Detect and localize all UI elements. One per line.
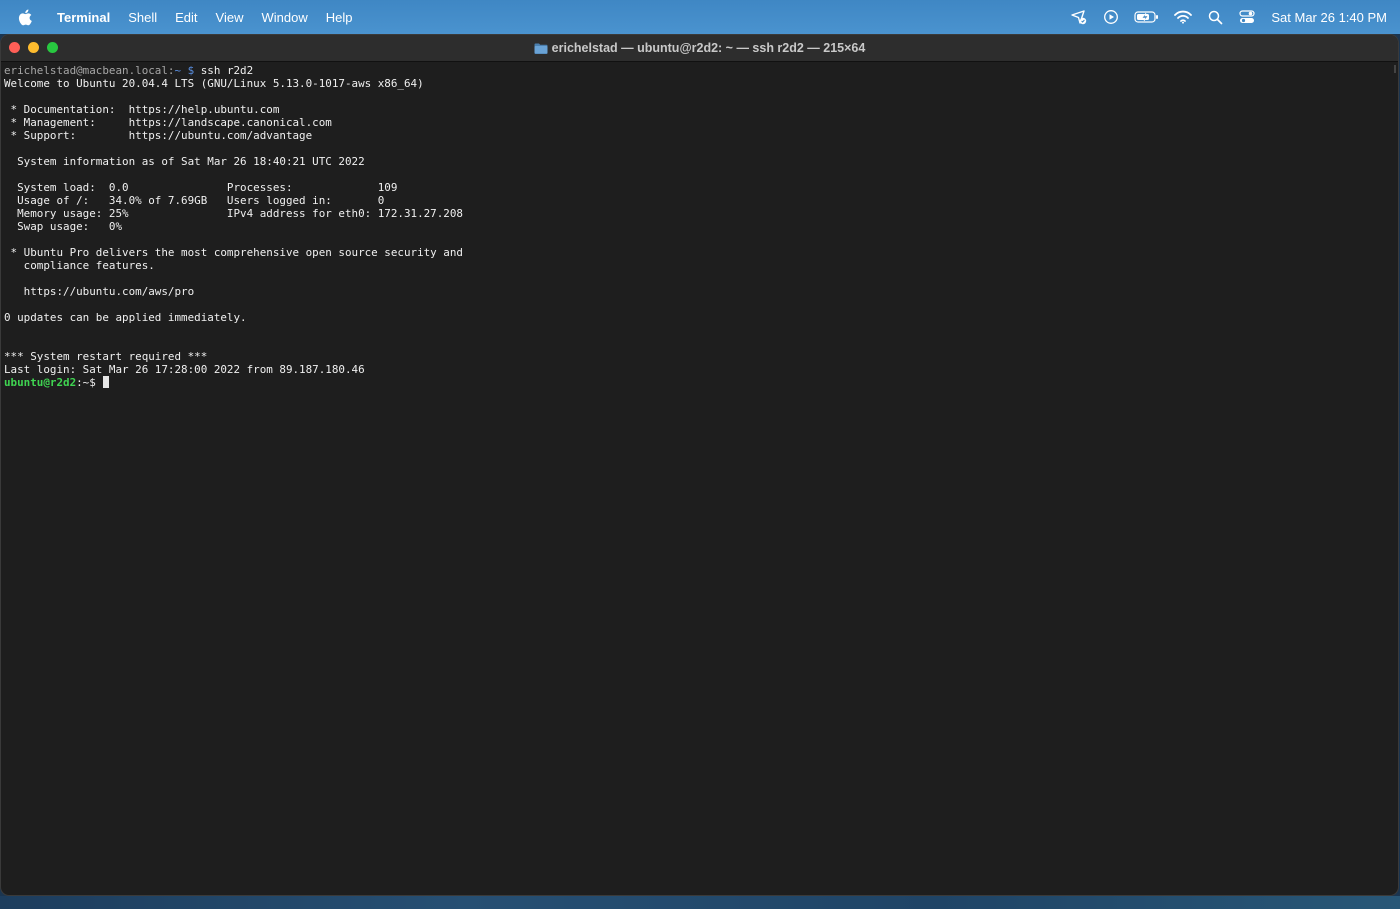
window-title-text: erichelstad — ubuntu@r2d2: ~ — ssh r2d2 … [551, 41, 866, 55]
terminal-window: erichelstad — ubuntu@r2d2: ~ — ssh r2d2 … [0, 34, 1399, 896]
terminal-line: System load: 0.0 Processes: 109 [4, 181, 398, 194]
close-button[interactable] [9, 42, 20, 53]
terminal-line: * Support: https://ubuntu.com/advantage [4, 129, 313, 142]
menu-bar: Terminal Shell Edit View Window Help Sat… [0, 0, 1400, 34]
remote-prompt-symbol: $ [89, 376, 96, 389]
terminal-line: Last login: Sat Mar 26 17:28:00 2022 fro… [4, 363, 365, 376]
menu-app-terminal[interactable]: Terminal [48, 0, 119, 34]
terminal-line: Welcome to Ubuntu 20.04.4 LTS (GNU/Linux… [4, 77, 424, 90]
location-icon[interactable] [1069, 7, 1089, 27]
maximize-button[interactable] [47, 42, 58, 53]
window-titlebar[interactable]: erichelstad — ubuntu@r2d2: ~ — ssh r2d2 … [1, 35, 1398, 62]
local-prompt-host: erichelstad@macbean.local: [4, 64, 175, 77]
terminal-line: Usage of /: 34.0% of 7.69GB Users logged… [4, 194, 385, 207]
battery-icon[interactable] [1133, 7, 1161, 27]
terminal-line: compliance features. [4, 259, 155, 272]
terminal-command: ssh r2d2 [200, 64, 254, 77]
window-title: erichelstad — ubuntu@r2d2: ~ — ssh r2d2 … [534, 41, 866, 55]
terminal-line: Swap usage: 0% [4, 220, 123, 233]
terminal-line: https://ubuntu.com/aws/pro [4, 285, 195, 298]
terminal-line: Memory usage: 25% IPv4 address for eth0:… [4, 207, 463, 220]
wifi-icon[interactable] [1173, 7, 1193, 27]
terminal-line: System information as of Sat Mar 26 18:4… [4, 155, 365, 168]
menu-shell[interactable]: Shell [119, 0, 166, 34]
terminal-prompt-line[interactable]: ubuntu@r2d2:~$ [4, 376, 1398, 389]
menu-bar-clock[interactable]: Sat Mar 26 1:40 PM [1271, 10, 1387, 25]
apple-icon[interactable] [16, 8, 34, 26]
menu-help[interactable]: Help [317, 0, 362, 34]
terminal-cursor [102, 376, 109, 388]
scrollbar[interactable] [1394, 65, 1396, 73]
menu-bar-right: Sat Mar 26 1:40 PM [1063, 0, 1400, 34]
remote-prompt-user: ubuntu@r2d2 [4, 376, 77, 389]
terminal-line: 0 updates can be applied immediately. [4, 311, 247, 324]
play-icon[interactable] [1101, 7, 1121, 27]
terminal-line: * Ubuntu Pro delivers the most comprehen… [4, 246, 463, 259]
local-prompt-symbol: $ [181, 64, 201, 77]
remote-prompt-path: :~ [76, 376, 90, 389]
terminal-line: * Management: https://landscape.canonica… [4, 116, 332, 129]
terminal-line: * Documentation: https://help.ubuntu.com [4, 103, 280, 116]
folder-icon [534, 43, 548, 54]
minimize-button[interactable] [28, 42, 39, 53]
search-icon[interactable] [1205, 7, 1225, 27]
terminal-line: *** System restart required *** [4, 350, 208, 363]
menu-view[interactable]: View [207, 0, 253, 34]
terminal-output[interactable]: erichelstad@macbean.local:~ $ ssh r2d2 W… [1, 62, 1398, 389]
window-controls [9, 42, 66, 53]
menu-edit[interactable]: Edit [166, 0, 206, 34]
control-center-icon[interactable] [1237, 7, 1257, 27]
desktop-wallpaper [0, 896, 1400, 909]
menu-bar-left: Terminal Shell Edit View Window Help [0, 0, 362, 34]
menu-window[interactable]: Window [253, 0, 317, 34]
terminal-command-line: erichelstad@macbean.local:~ $ ssh r2d2 [4, 64, 1398, 77]
